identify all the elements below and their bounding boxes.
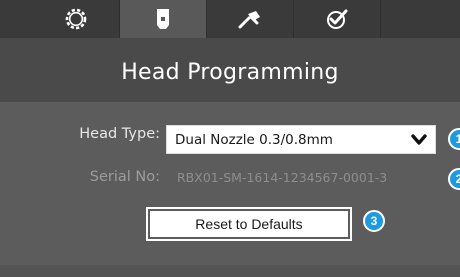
tab-tools[interactable] [207,0,294,38]
reset-button-label: Reset to Defaults [150,211,348,237]
tab-verify[interactable] [294,0,381,38]
print-head-icon [156,8,170,30]
chevron-down-icon [411,133,427,152]
head-type-value: Dual Nozzle 0.3/0.8mm [175,132,333,148]
head-type-label: Head Type: [79,126,160,142]
tab-settings[interactable] [33,0,120,38]
tab-head[interactable] [120,0,207,38]
serial-number-value: RBX01-SM-1614-1234567-0001-3 [177,170,388,185]
gear-icon [64,7,88,31]
tab-bar [0,0,460,38]
head-programming-screen: Head Programming Head Type: Dual Nozzle … [0,0,460,277]
serial-label: Serial No: [89,169,160,185]
content-panel: Head Type: Dual Nozzle 0.3/0.8mm 1 Seria… [0,102,460,277]
page-title: Head Programming [121,60,339,85]
callout-badge-3: 3 [363,210,385,232]
head-type-select[interactable]: Dual Nozzle 0.3/0.8mm [166,125,436,154]
tools-icon [237,8,263,30]
reset-to-defaults-button[interactable]: Reset to Defaults [146,207,352,241]
callout-badge-2: 2 [448,168,460,190]
tab-bar-filler [381,0,441,38]
checkmark-icon [325,7,349,31]
title-bar: Head Programming [0,38,460,102]
callout-badge-1: 1 [448,128,460,150]
